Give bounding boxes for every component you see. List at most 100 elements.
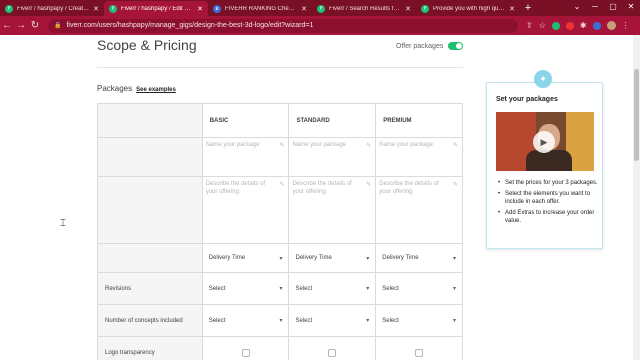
minimize-icon[interactable]: ─ — [586, 0, 604, 14]
logo-transparency-checkbox[interactable] — [241, 349, 250, 357]
close-icon[interactable]: ✕ — [93, 5, 99, 13]
select-value: Delivery Time — [382, 255, 419, 261]
chevron-down-icon: ▾ — [366, 318, 370, 324]
table-header-row: BASIC STANDARD PREMIUM — [98, 104, 462, 138]
puzzle-icon[interactable]: ✱ — [580, 21, 587, 30]
address-bar: ← → ↻ 🔒 fiverr.com/users/hashpapy/manage… — [0, 16, 640, 35]
forward-icon[interactable]: → — [14, 20, 28, 31]
new-tab-button[interactable]: + — [520, 1, 536, 16]
star-icon[interactable]: ☆ — [539, 21, 546, 30]
chrome-ext-icon: e — [213, 4, 221, 13]
reload-icon[interactable]: ↻ — [28, 20, 42, 31]
browser-tab-0[interactable]: f Fiverr / hashpapy / Create a ✕ — [0, 1, 104, 16]
close-icon[interactable]: ✕ — [301, 5, 307, 13]
placeholder: Name your package — [379, 142, 433, 148]
column-premium: PREMIUM — [375, 104, 462, 137]
tab-title: FIVERR RANKING Check list — [225, 5, 298, 12]
revisions-row: Revisions Select ▾ Select ▾ Select ▾ — [98, 273, 462, 305]
fiverr-icon: f — [109, 4, 117, 13]
logo-transparency-cell — [288, 337, 375, 360]
fiverr-icon: f — [317, 4, 325, 13]
window-controls: ⌄ ─ ▢ ✕ — [568, 0, 640, 14]
scrollbar-thumb[interactable] — [634, 69, 639, 161]
revisions-select[interactable]: Select ▾ — [288, 273, 375, 304]
chevron-down-icon: ▾ — [279, 286, 283, 292]
pencil-icon: ✎ — [366, 182, 372, 188]
pencil-icon: ✎ — [366, 143, 372, 149]
package-name-input[interactable]: Name your package ✎ — [201, 138, 289, 176]
concepts-select[interactable]: Select ▾ — [375, 305, 462, 336]
row-label: Logo transparency — [98, 337, 202, 360]
scrollbar[interactable] — [633, 35, 640, 360]
chevron-down-icon: ▾ — [366, 255, 370, 262]
delivery-time-select[interactable]: Delivery Time ▾ — [375, 244, 462, 272]
placeholder: Name your package — [205, 142, 260, 148]
concepts-select[interactable]: Select ▾ — [201, 305, 289, 336]
video-presenter — [526, 150, 572, 171]
package-description-input[interactable]: Describe the details of your offering ✎ — [375, 177, 462, 243]
url-text: fiverr.com/users/hashpapy/manage_gigs/de… — [66, 22, 314, 29]
close-icon[interactable]: ✕ — [509, 5, 515, 13]
tab-strip: f Fiverr / hashpapy / Create a ✕ f Fiver… — [0, 0, 640, 16]
browser-tab-1[interactable]: f Fiverr / hashpapy / Edit Gig ✕ — [104, 1, 208, 16]
back-icon[interactable]: ← — [0, 20, 14, 31]
select-value: Select — [382, 285, 399, 292]
fiverr-extension-icon[interactable] — [551, 21, 560, 30]
close-window-icon[interactable]: ✕ — [622, 0, 640, 14]
placeholder: Describe the details of your offering — [205, 181, 266, 195]
close-icon[interactable]: ✕ — [405, 5, 411, 13]
menu-icon[interactable]: ⋮ — [622, 21, 630, 30]
sidebar-icon[interactable] — [592, 21, 601, 30]
tutorial-video[interactable]: ▶ — [496, 112, 594, 171]
logo-transparency-checkbox[interactable] — [415, 349, 424, 357]
tip-item: Set the prices for your 3 packages. — [498, 179, 598, 188]
revisions-select[interactable]: Select ▾ — [201, 273, 289, 304]
set-packages-card: Set your packages ▶ Set the prices for y… — [486, 82, 603, 249]
package-name-input[interactable]: Name your package ✎ — [288, 138, 375, 176]
share-icon[interactable]: ⇪ — [526, 21, 533, 30]
browser-tab-2[interactable]: e FIVERR RANKING Check list ✕ — [208, 1, 312, 16]
header-spacer — [98, 104, 202, 137]
column-basic: BASIC — [201, 104, 289, 137]
close-icon[interactable]: ✕ — [197, 5, 203, 13]
column-standard: STANDARD — [288, 104, 375, 137]
logo-transparency-cell — [375, 337, 462, 360]
chevron-down-icon: ▾ — [452, 286, 456, 292]
delivery-time-row: Delivery Time ▾ Delivery Time ▾ Delivery T… — [98, 244, 462, 273]
row-label-empty — [98, 138, 202, 176]
package-name-input[interactable]: Name your package ✎ — [375, 138, 462, 176]
package-description-input[interactable]: Describe the details of your offering ✎ — [201, 177, 289, 243]
pencil-icon: ✎ — [279, 143, 285, 149]
pencil-icon: ✎ — [452, 182, 459, 188]
delivery-time-select[interactable]: Delivery Time ▾ — [201, 244, 289, 272]
url-field[interactable]: 🔒 fiverr.com/users/hashpapy/manage_gigs/… — [48, 18, 518, 33]
select-value: Select — [295, 317, 313, 324]
packages-heading: Packages — [97, 84, 133, 93]
delivery-time-select[interactable]: Delivery Time ▾ — [288, 244, 375, 272]
browser-tab-4[interactable]: f Provide you with high quality ✕ — [416, 1, 520, 16]
profile-avatar[interactable] — [606, 21, 616, 30]
extension-icon[interactable] — [565, 21, 574, 30]
browser-tab-3[interactable]: f Fiverr / Search Results for 'lo ✕ — [312, 1, 416, 16]
offer-packages-toggle[interactable] — [448, 42, 464, 50]
logo-transparency-checkbox[interactable] — [328, 349, 337, 357]
select-value: Select — [208, 285, 226, 292]
concepts-select[interactable]: Select ▾ — [288, 305, 375, 336]
placeholder: Describe the details of your offering — [379, 181, 439, 195]
card-title: Set your packages — [496, 96, 558, 103]
placeholder: Name your package — [292, 142, 347, 148]
play-icon[interactable]: ▶ — [533, 131, 555, 153]
revisions-select[interactable]: Select ▾ — [375, 273, 462, 304]
select-value: Select — [208, 317, 226, 324]
tab-search-icon[interactable]: ⌄ — [568, 0, 586, 14]
pencil-icon: ✎ — [279, 182, 285, 188]
see-examples-link[interactable]: See examples — [136, 87, 176, 93]
fiverr-icon: f — [421, 4, 429, 13]
select-value: Select — [295, 285, 313, 292]
chevron-down-icon: ▾ — [452, 318, 456, 324]
placeholder: Describe the details of your offering — [292, 181, 352, 195]
maximize-icon[interactable]: ▢ — [604, 0, 622, 14]
tab-title: Fiverr / hashpapy / Edit Gig — [121, 5, 194, 12]
tip-item: Select the elements you want to include … — [498, 190, 598, 207]
package-description-input[interactable]: Describe the details of your offering ✎ — [288, 177, 375, 243]
